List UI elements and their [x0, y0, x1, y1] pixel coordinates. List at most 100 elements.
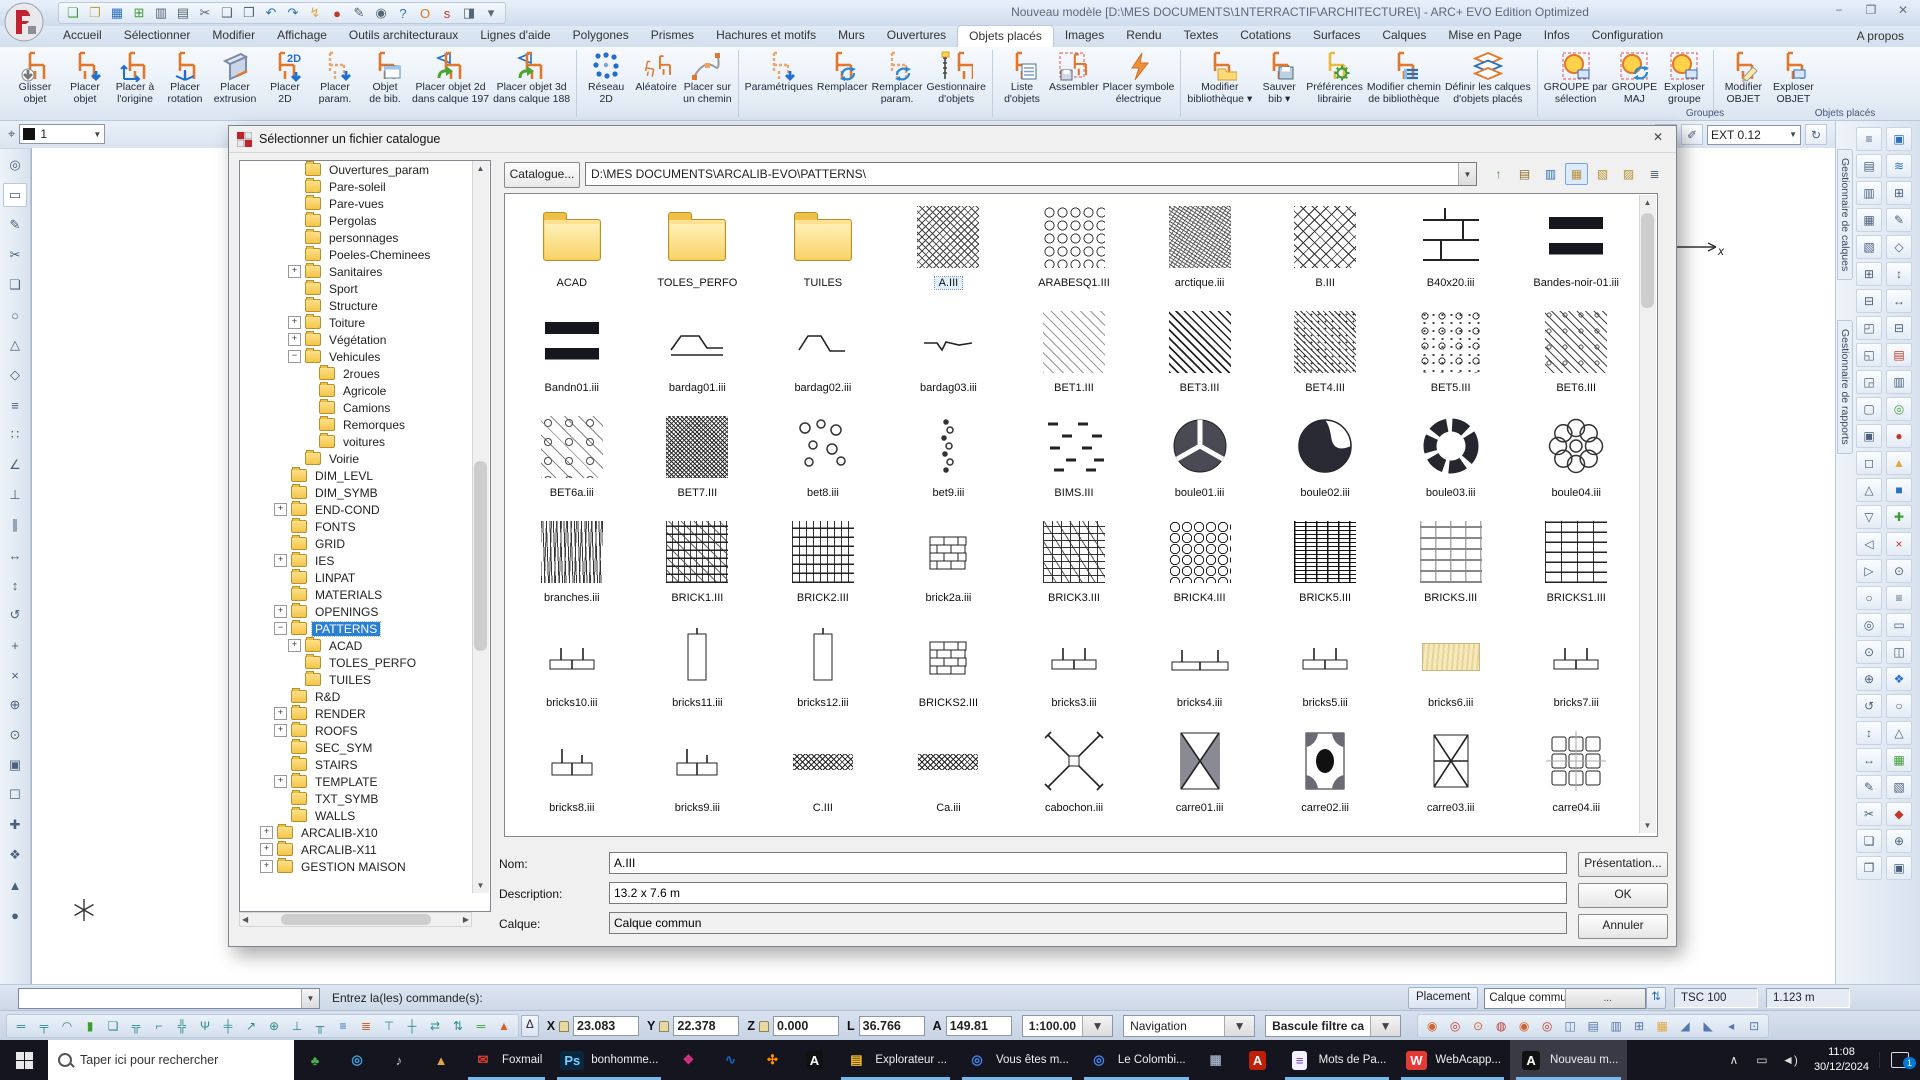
filter-toggle-selector[interactable]: Bascule filtre ca▼	[1265, 1015, 1401, 1037]
menu-tab[interactable]: Polygones	[562, 25, 640, 47]
dock-tool-icon[interactable]: ↕	[1856, 721, 1882, 745]
path-tool-icon[interactable]: ↑	[1487, 163, 1510, 185]
wall-tool-icon[interactable]: ⇄	[424, 1016, 446, 1036]
cancel-button[interactable]: Annuler	[1578, 914, 1668, 939]
left-tool-icon[interactable]: ▲	[3, 873, 27, 897]
wall-tool-icon[interactable]: Ψ	[194, 1016, 216, 1036]
wall-tool-icon[interactable]: ⊤	[378, 1016, 400, 1036]
menu-tab[interactable]: Surfaces	[1302, 25, 1371, 47]
dock-tool-icon[interactable]: ▣	[1886, 856, 1912, 880]
dock-tool-icon[interactable]: ↔	[1856, 748, 1882, 772]
tree-node[interactable]: Pare-vues	[240, 195, 490, 212]
menu-tab[interactable]: Configuration	[1581, 25, 1674, 47]
dock-tool-icon[interactable]: ↔	[1886, 289, 1912, 313]
taskbar-app-button[interactable]: ◎ Le Colombi...	[1078, 1040, 1195, 1080]
pattern-file-item[interactable]: bricks8.iii	[509, 725, 635, 830]
pattern-file-item[interactable]: bricks7.iii	[1513, 620, 1639, 725]
pattern-file-item[interactable]: BET3.III	[1137, 305, 1263, 410]
view-tool-icon[interactable]: ◫	[1559, 1016, 1581, 1036]
ribbon-button[interactable]: Modifier chemin de bibliothèque	[1365, 47, 1443, 120]
dock-tool-icon[interactable]: ❏	[1856, 829, 1882, 853]
ribbon-button[interactable]: Assembler	[1047, 47, 1101, 120]
taskbar-app-button[interactable]: ▦	[1195, 1040, 1237, 1080]
grid-vertical-scrollbar[interactable]: ▲▼	[1639, 195, 1656, 833]
minimize-button[interactable]: −	[1828, 3, 1850, 17]
quick-tool-icon[interactable]: ↶	[261, 4, 281, 22]
ribbon-button[interactable]: Aléatoire	[631, 47, 681, 120]
tree-expander-icon[interactable]: +	[288, 333, 301, 346]
quick-tool-icon[interactable]: O	[415, 4, 435, 22]
y-lock-icon[interactable]	[659, 1021, 669, 1032]
pattern-file-item[interactable]: BRICK4.III	[1137, 515, 1263, 620]
ribbon-button[interactable]	[1180, 50, 1181, 117]
ribbon-button[interactable]: Glisser objet	[10, 47, 60, 120]
tree-node[interactable]: + Végétation	[240, 331, 490, 348]
tree-node[interactable]: LINPAT	[240, 569, 490, 586]
tree-node[interactable]: − Vehicules	[240, 348, 490, 365]
wall-tool-icon[interactable]: ╥	[309, 1016, 331, 1036]
ribbon-button[interactable]	[992, 50, 993, 117]
quick-tool-icon[interactable]: ✎	[349, 4, 369, 22]
dock-tool-icon[interactable]: ⊕	[1886, 829, 1912, 853]
quick-tool-icon[interactable]: ▾	[481, 4, 501, 22]
left-tool-icon[interactable]: +	[3, 633, 27, 657]
left-tool-icon[interactable]: ◎	[3, 153, 27, 177]
dialog-close-icon[interactable]: ✕	[1646, 130, 1670, 148]
taskbar-app-button[interactable]: ❖	[667, 1040, 709, 1080]
tree-expander-icon[interactable]: −	[288, 350, 301, 363]
ribbon-button[interactable]	[738, 50, 739, 117]
wall-tool-icon[interactable]: ≡	[332, 1016, 354, 1036]
path-tool-icon[interactable]: ≣	[1643, 163, 1666, 185]
pattern-file-item[interactable]: bet9.iii	[886, 410, 1012, 515]
tree-node[interactable]: + RENDER	[240, 705, 490, 722]
pattern-file-item[interactable]: BRICKS2.III	[886, 620, 1012, 725]
dock-tool-icon[interactable]: ▥	[1886, 370, 1912, 394]
catalogue-button[interactable]: Catalogue...	[504, 162, 580, 188]
left-tool-icon[interactable]: ○	[3, 303, 27, 327]
tree-expander-icon[interactable]: +	[274, 707, 287, 720]
presentation-button[interactable]: Présentation...	[1578, 852, 1668, 877]
pattern-file-item[interactable]: ACAD	[509, 200, 635, 305]
dock-tool-icon[interactable]: ❖	[1886, 667, 1912, 691]
ribbon-button[interactable]: Réseau 2D	[581, 47, 631, 120]
view-tool-icon[interactable]: ⊙	[1467, 1016, 1489, 1036]
dock-tool-icon[interactable]: ▥	[1856, 181, 1882, 205]
menu-tab[interactable]: Murs	[827, 25, 876, 47]
ribbon-button[interactable]: Objet de bib.	[360, 47, 410, 120]
dock-tool-icon[interactable]: ↺	[1856, 694, 1882, 718]
pattern-file-item[interactable]: arctique.iii	[1137, 200, 1263, 305]
dock-tool-icon[interactable]: ▭	[1886, 613, 1912, 637]
dock-tool-icon[interactable]: ▽	[1856, 505, 1882, 529]
dock-tool-icon[interactable]: ≋	[1886, 154, 1912, 178]
pattern-file-item[interactable]: BRICKS1.III	[1513, 515, 1639, 620]
tree-node[interactable]: DIM_SYMB	[240, 484, 490, 501]
tree-node[interactable]: Sport	[240, 280, 490, 297]
view-tool-icon[interactable]: ◢	[1674, 1016, 1696, 1036]
dock-tool-icon[interactable]: ⊕	[1856, 667, 1882, 691]
description-field[interactable]	[609, 882, 1567, 904]
view-tool-icon[interactable]: ◍	[1490, 1016, 1512, 1036]
dock-tool-icon[interactable]: ◎	[1886, 397, 1912, 421]
tree-expander-icon[interactable]: +	[260, 826, 273, 839]
pattern-file-item[interactable]: B.III	[1262, 200, 1388, 305]
mode-selector[interactable]: Navigation▼	[1123, 1015, 1255, 1037]
dock-tool-icon[interactable]: ⊟	[1886, 316, 1912, 340]
menu-tab[interactable]: Sélectionner	[113, 25, 202, 47]
tray-icon[interactable]: ∧	[1720, 1053, 1748, 1067]
tree-node[interactable]: Poeles-Cheminees	[240, 246, 490, 263]
menu-tab[interactable]: Calques	[1371, 25, 1437, 47]
quick-tool-icon[interactable]: s	[437, 4, 457, 22]
pattern-file-item[interactable]: boule02.iii	[1262, 410, 1388, 515]
dock-tool-icon[interactable]: ▧	[1856, 235, 1882, 259]
quick-tool-icon[interactable]: ▤	[173, 4, 193, 22]
pattern-file-item[interactable]: TUILES	[760, 200, 886, 305]
wall-tool-icon[interactable]: ❏	[102, 1016, 124, 1036]
quick-tool-icon[interactable]: ↷	[283, 4, 303, 22]
quick-tool-icon[interactable]: ?	[393, 4, 413, 22]
taskbar-clock[interactable]: 11:0830/12/2024	[1806, 1045, 1877, 1075]
menu-tab[interactable]: Cotations	[1229, 25, 1302, 47]
pattern-file-item[interactable]: bricks10.iii	[509, 620, 635, 725]
dock-tab[interactable]: Gestionnaire de rapports	[1837, 320, 1853, 454]
quick-tool-icon[interactable]: ❐	[85, 4, 105, 22]
taskbar-app-button[interactable]: ◎	[336, 1040, 378, 1080]
